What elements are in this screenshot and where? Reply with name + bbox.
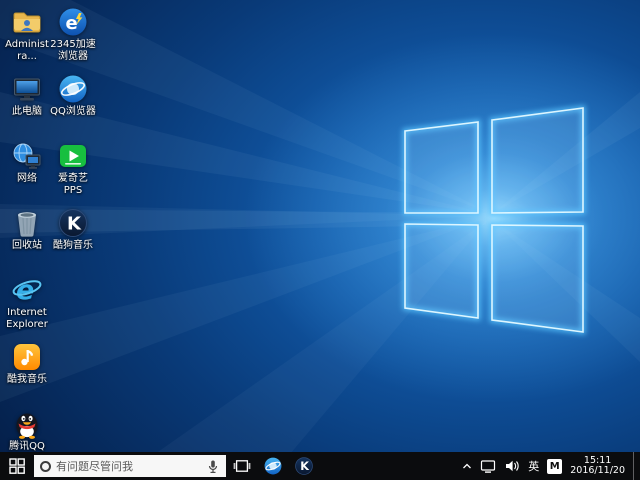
system-tray: 英 M 15:11 2016/11/20 xyxy=(458,452,640,480)
desktop-icon-label: Internet Explorer xyxy=(4,307,50,330)
start-button[interactable] xyxy=(0,452,34,480)
internet-explorer-icon: e xyxy=(11,274,43,306)
taskbar-search-box[interactable] xyxy=(34,455,226,477)
tray-date: 2016/11/20 xyxy=(570,466,625,477)
this-pc-icon xyxy=(11,73,43,105)
desktop-icon-label: QQ浏览器 xyxy=(50,106,96,118)
desktop-icon-kuwo-music[interactable]: 酷我音乐 xyxy=(4,341,50,386)
tray-network-button[interactable] xyxy=(480,459,496,474)
desktop-icon-label: 此电脑 xyxy=(12,106,42,118)
windows-logo-icon xyxy=(9,458,25,474)
tray-volume-button[interactable] xyxy=(504,459,520,473)
desktop-icon-2345-browser[interactable]: e 2345加速浏览器 xyxy=(50,6,96,62)
user-folder-icon xyxy=(11,6,43,38)
desktop-icon-this-pc[interactable]: 此电脑 xyxy=(4,73,50,118)
2345-browser-icon: e xyxy=(57,6,89,38)
taskbar-app-qq-browser[interactable] xyxy=(257,452,288,480)
search-input[interactable] xyxy=(56,460,201,473)
iqiyi-pps-icon xyxy=(57,140,89,172)
desktop-icon-label: 腾讯QQ xyxy=(9,441,45,453)
microphone-icon[interactable] xyxy=(206,459,220,474)
desktop-icon-administrator[interactable]: Administra... xyxy=(4,6,50,62)
svg-text:e: e xyxy=(16,275,34,306)
desktop-icon-label: 酷狗音乐 xyxy=(53,240,93,252)
desktop-icon-network[interactable]: 网络 xyxy=(4,140,50,185)
tencent-qq-icon xyxy=(11,408,43,440)
qq-browser-icon xyxy=(263,456,283,476)
desktop-icon-iqiyi-pps[interactable]: 爱奇艺PPS xyxy=(50,140,96,196)
kugou-music-icon: K xyxy=(294,456,314,476)
wallpaper-windows-hero xyxy=(0,0,640,480)
desktop-icon-label: 回收站 xyxy=(12,240,42,252)
recycle-bin-icon xyxy=(11,207,43,239)
task-view-icon xyxy=(233,459,251,473)
desktop-icon-qq-browser[interactable]: QQ浏览器 xyxy=(50,73,96,118)
kugou-music-icon: K xyxy=(57,207,89,239)
taskbar: K 英 M 15:11 2016/11/20 xyxy=(0,452,640,480)
cortana-ring-icon xyxy=(40,461,51,472)
desktop-icon-label: 爱奇艺PPS xyxy=(50,173,96,196)
tray-ime-badge[interactable]: M xyxy=(547,459,562,474)
qq-browser-icon xyxy=(57,73,89,105)
desktop-icon-kugou-music[interactable]: K 酷狗音乐 xyxy=(50,207,96,252)
desktop-icon-label: 网络 xyxy=(17,173,37,185)
desktop-icon-label: 2345加速浏览器 xyxy=(50,39,96,62)
tray-overflow-button[interactable] xyxy=(462,462,472,470)
desktop-icon-label: Administra... xyxy=(4,39,50,62)
network-status-icon xyxy=(480,459,496,474)
desktop-icon-recycle-bin[interactable]: 回收站 xyxy=(4,207,50,252)
svg-text:e: e xyxy=(66,13,78,34)
desktop-icon-internet-explorer[interactable]: e Internet Explorer xyxy=(4,274,50,330)
chevron-up-icon xyxy=(462,462,472,470)
task-view-button[interactable] xyxy=(226,452,257,480)
desktop-icon-label: 酷我音乐 xyxy=(7,374,47,386)
svg-text:K: K xyxy=(67,214,82,235)
svg-text:K: K xyxy=(300,460,310,473)
tray-language-indicator[interactable]: 英 xyxy=(528,458,539,474)
speaker-icon xyxy=(504,459,520,473)
network-icon xyxy=(11,140,43,172)
desktop-icon-tencent-qq[interactable]: 腾讯QQ xyxy=(4,408,50,453)
tray-clock[interactable]: 15:11 2016/11/20 xyxy=(570,456,625,477)
taskbar-app-kugou-music[interactable]: K xyxy=(288,452,319,480)
kuwo-music-icon xyxy=(11,341,43,373)
show-desktop-button[interactable] xyxy=(633,452,638,480)
